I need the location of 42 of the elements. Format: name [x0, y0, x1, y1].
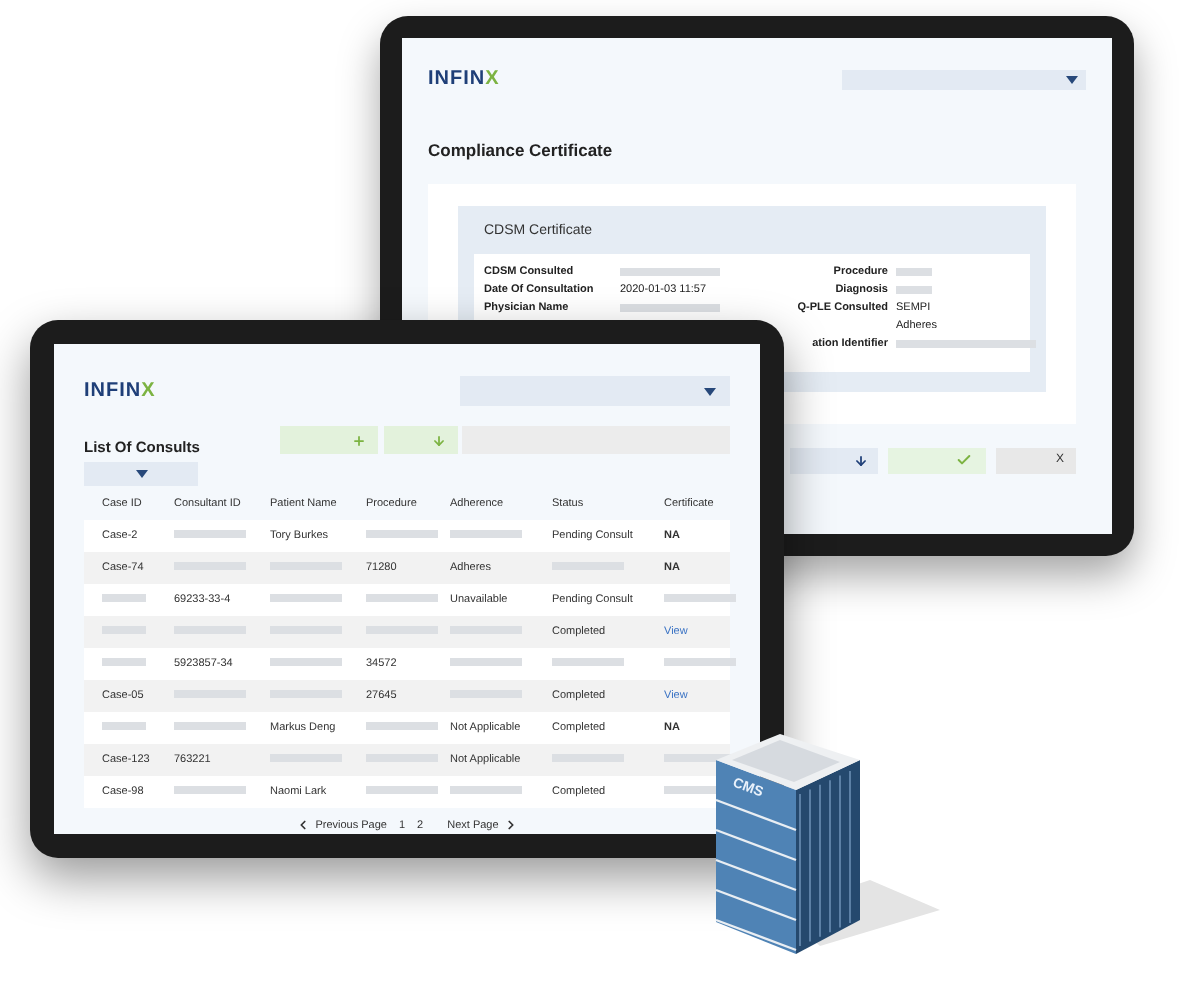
filter-dropdown[interactable]: [84, 462, 198, 486]
dropdown[interactable]: [842, 70, 1086, 90]
download-button[interactable]: [790, 447, 878, 474]
plus-icon: [352, 433, 366, 447]
caret-icon: [704, 387, 716, 395]
placeholder-bar: [366, 721, 438, 730]
placeholder-bar: [664, 593, 736, 602]
placeholder-bar: [450, 657, 522, 666]
placeholder-bar: [620, 303, 720, 312]
placeholder-bar: [366, 593, 438, 602]
check-icon: [956, 452, 972, 469]
placeholder-bar: [366, 785, 438, 794]
placeholder-bar: [552, 657, 624, 666]
confirm-button[interactable]: [888, 447, 986, 474]
placeholder-bar: [174, 721, 246, 730]
placeholder-bar: [450, 785, 522, 794]
placeholder-bar: [664, 657, 736, 666]
placeholder-bar: [270, 593, 342, 602]
page-title: Compliance Certificate: [428, 138, 615, 164]
chevron-right-icon: [504, 818, 519, 833]
placeholder-bar: [102, 657, 146, 666]
logo: INFINX: [428, 70, 500, 90]
logo: INFINX: [84, 381, 156, 401]
placeholder-bar: [174, 785, 246, 794]
caret-icon: [135, 469, 147, 478]
placeholder-bar: [896, 285, 932, 294]
placeholder-bar: [896, 267, 932, 276]
download-icon: [432, 433, 446, 447]
placeholder-bar: [270, 657, 342, 666]
caret-icon: [1066, 76, 1078, 84]
dropdown[interactable]: [460, 376, 730, 406]
download-icon: [854, 453, 868, 468]
placeholder-bar: [102, 593, 146, 602]
placeholder-bar: [450, 529, 522, 538]
chevron-left-icon: [295, 818, 310, 833]
add-button[interactable]: [280, 426, 378, 454]
download-button[interactable]: [384, 426, 458, 454]
placeholder-bar: [102, 721, 146, 730]
placeholder-bar: [174, 529, 246, 538]
placeholder-bar: [620, 267, 720, 276]
placeholder-bar: [366, 529, 438, 538]
placeholder-bar: [896, 339, 1036, 348]
